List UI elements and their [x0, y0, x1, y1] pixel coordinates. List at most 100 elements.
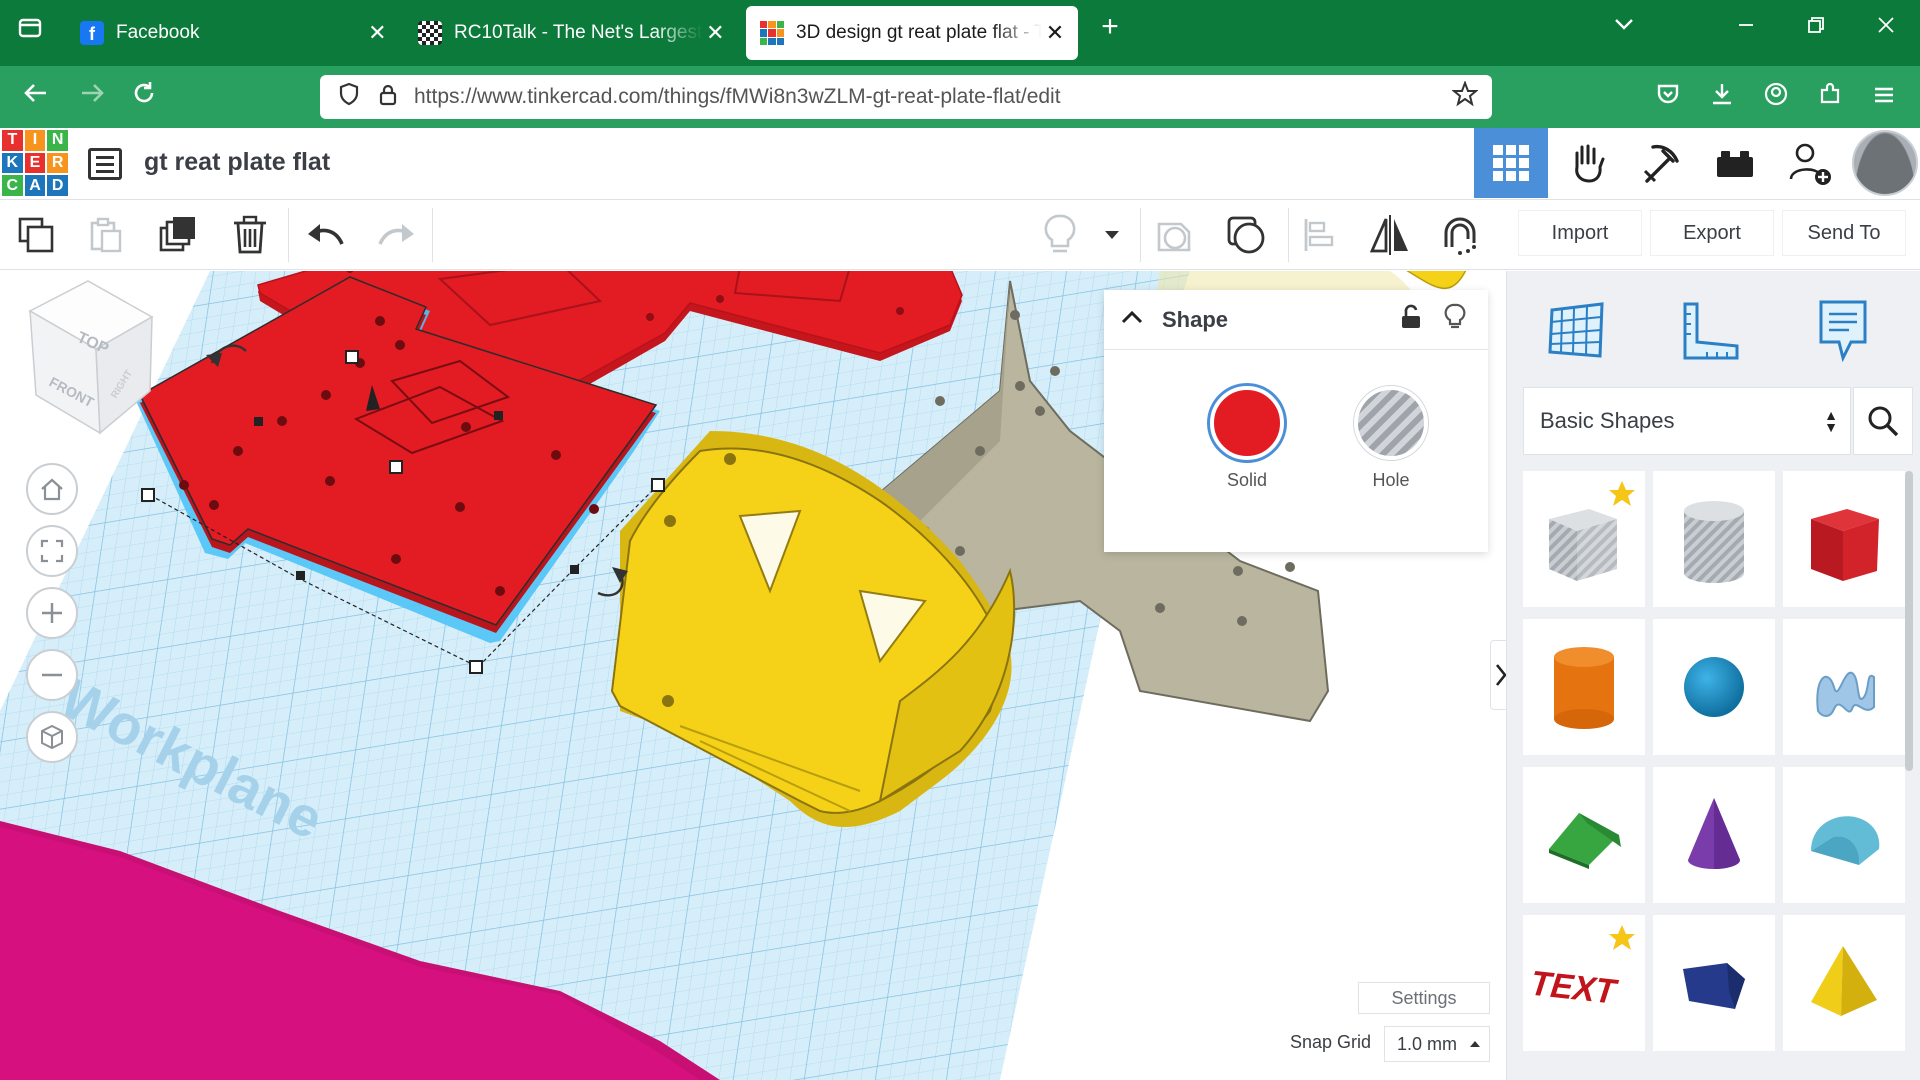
lock-icon[interactable]	[378, 83, 398, 112]
import-button[interactable]: Import	[1518, 210, 1642, 256]
mirror-button[interactable]	[1366, 212, 1414, 258]
resize-handle[interactable]	[296, 571, 305, 580]
home-view-button[interactable]	[26, 463, 78, 515]
hole-swatch[interactable]	[1354, 386, 1428, 460]
perspective-button[interactable]	[26, 711, 78, 763]
resize-handle[interactable]	[141, 488, 155, 502]
browser-tab-rc10talk[interactable]: RC10Talk - The Net's Largest Vintage RC …	[418, 6, 728, 60]
lightbulb-icon[interactable]	[1444, 303, 1466, 336]
shape-tile-cylinder-hole[interactable]	[1653, 471, 1775, 607]
bookmark-star-icon[interactable]	[1451, 79, 1479, 114]
browser-tab-tinkercad[interactable]: 3D design gt reat plate flat - Tinkercad…	[746, 6, 1078, 60]
shape-tile-round-roof[interactable]	[1783, 767, 1905, 903]
tinkercad-logo[interactable]: T I N K E R C A D	[2, 130, 68, 196]
tab-overview-icon[interactable]	[10, 14, 50, 49]
invite-user-button[interactable]	[1772, 128, 1846, 198]
sim-lab-button[interactable]	[1550, 128, 1624, 198]
shape-search-button[interactable]	[1853, 387, 1913, 455]
hole-option[interactable]: Hole	[1336, 386, 1446, 491]
minus-icon	[42, 673, 62, 677]
magnet-icon	[1444, 217, 1476, 255]
browser-tab-facebook[interactable]: f Facebook ✕	[80, 6, 390, 60]
send-to-button[interactable]: Send To	[1782, 210, 1906, 256]
unlock-icon[interactable]	[1400, 304, 1422, 335]
design-title[interactable]: gt reat plate flat	[144, 148, 330, 177]
group-button[interactable]	[1150, 212, 1198, 258]
ungroup-icon	[1227, 216, 1265, 254]
restore-icon[interactable]	[1796, 14, 1836, 42]
account-icon[interactable]	[1756, 78, 1796, 118]
notes-tool-button[interactable]	[1803, 291, 1883, 371]
copy-button[interactable]	[12, 212, 60, 258]
shape-tile-polygon[interactable]	[1653, 915, 1775, 1051]
bricks-button[interactable]	[1698, 128, 1772, 198]
fit-view-button[interactable]	[26, 525, 78, 577]
zoom-in-button[interactable]	[26, 587, 78, 639]
pocket-icon[interactable]	[1648, 78, 1688, 118]
align-button[interactable]	[1296, 212, 1344, 258]
shape-tile-box-hole[interactable]	[1523, 471, 1645, 607]
paste-button[interactable]	[82, 212, 130, 258]
blocks-button[interactable]	[1624, 128, 1698, 198]
minimize-icon[interactable]	[1726, 14, 1766, 42]
shape-tile-pyramid[interactable]	[1783, 915, 1905, 1051]
resize-handle[interactable]	[494, 411, 503, 420]
ungroup-button[interactable]	[1222, 212, 1270, 258]
resize-handle[interactable]	[345, 350, 359, 364]
shape-tile-scribble[interactable]	[1783, 619, 1905, 755]
shape-tile-box[interactable]	[1783, 471, 1905, 607]
close-tab-icon[interactable]: ✕	[365, 20, 390, 46]
solid-color-swatch[interactable]	[1210, 386, 1284, 460]
menu-icon[interactable]	[1864, 78, 1904, 118]
export-button[interactable]: Export	[1650, 210, 1774, 256]
browser-nav-bar: https://www.tinkercad.com/things/fMWi8n3…	[0, 66, 1920, 128]
shape-grid: TEXT	[1523, 471, 1905, 1080]
favorite-star-icon[interactable]	[1607, 479, 1637, 509]
list-all-tabs-icon[interactable]	[1604, 12, 1644, 43]
ruler-tool-button[interactable]	[1671, 291, 1751, 371]
snap-grid-select[interactable]: 1.0 mm	[1384, 1026, 1490, 1062]
redo-button[interactable]	[372, 212, 420, 258]
reload-icon[interactable]	[124, 78, 164, 118]
sidebar-scrollbar[interactable]	[1905, 471, 1913, 771]
tracking-shield-icon[interactable]	[338, 82, 360, 112]
zoom-out-button[interactable]	[26, 649, 78, 701]
resize-handle[interactable]	[651, 478, 665, 492]
3d-design-mode-button[interactable]	[1474, 128, 1548, 198]
notes-dropdown-button[interactable]	[1090, 212, 1134, 258]
url-bar[interactable]: https://www.tinkercad.com/things/fMWi8n3…	[320, 75, 1492, 119]
shape-category-select[interactable]: Basic Shapes ▲ ▼	[1523, 387, 1851, 455]
settings-button[interactable]: Settings	[1358, 982, 1490, 1014]
workplane-tool-button[interactable]	[1537, 291, 1617, 371]
solid-option[interactable]: Solid	[1192, 386, 1302, 491]
forward-arrow-icon[interactable]	[72, 78, 112, 118]
shape-tile-roof[interactable]	[1523, 767, 1645, 903]
user-avatar[interactable]	[1852, 130, 1918, 196]
url-text[interactable]: https://www.tinkercad.com/things/fMWi8n3…	[414, 85, 1061, 109]
cruise-button[interactable]	[1436, 212, 1484, 258]
collapse-panel-icon[interactable]	[1120, 309, 1144, 330]
delete-button[interactable]	[226, 212, 274, 258]
shape-tile-cylinder[interactable]	[1523, 619, 1645, 755]
shape-tile-text[interactable]: TEXT	[1523, 915, 1645, 1051]
resize-handle[interactable]	[254, 417, 263, 426]
downloads-icon[interactable]	[1702, 78, 1742, 118]
extensions-icon[interactable]	[1810, 78, 1850, 118]
close-tab-icon[interactable]: ✕	[1042, 20, 1068, 46]
notes-light-button[interactable]	[1036, 212, 1084, 258]
resize-handle[interactable]	[389, 460, 403, 474]
close-window-icon[interactable]	[1866, 14, 1906, 42]
design-list-icon[interactable]	[88, 148, 122, 180]
view-cube[interactable]: TOP FRONT RIGHT	[28, 280, 154, 435]
shape-tile-cone[interactable]	[1653, 767, 1775, 903]
favorite-star-icon[interactable]	[1607, 923, 1637, 953]
shape-tile-sphere[interactable]	[1653, 619, 1775, 755]
new-tab-button[interactable]: +	[1090, 10, 1130, 44]
duplicate-button[interactable]	[154, 212, 202, 258]
back-arrow-icon[interactable]	[16, 78, 56, 118]
resize-handle[interactable]	[570, 565, 579, 574]
cylinder-hole-icon	[1684, 501, 1744, 583]
close-tab-icon[interactable]: ✕	[703, 20, 728, 46]
undo-button[interactable]	[302, 212, 350, 258]
resize-handle[interactable]	[469, 660, 483, 674]
